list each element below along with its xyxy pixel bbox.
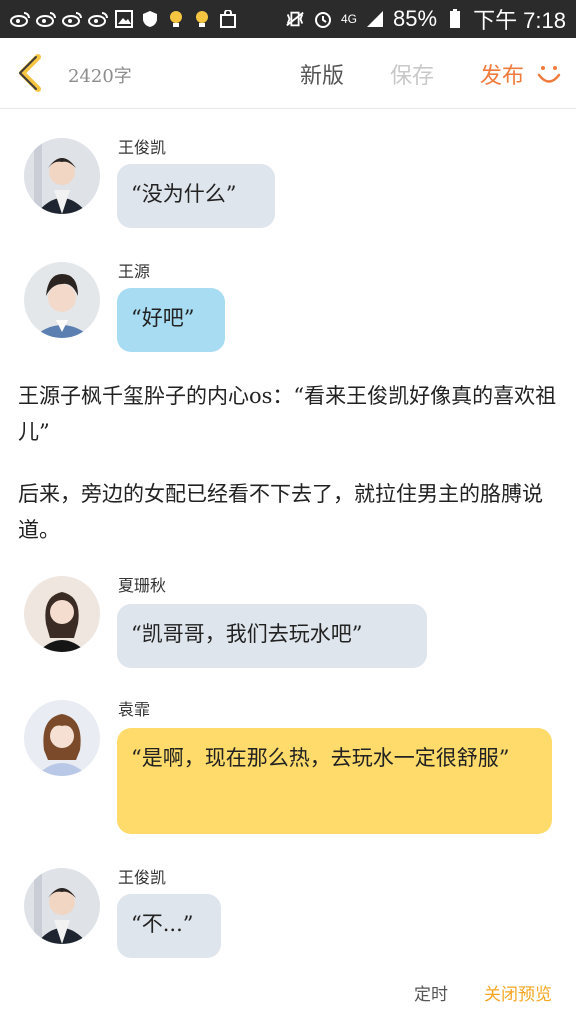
- bag-icon: [218, 9, 238, 29]
- message-sender: 夏珊秋: [118, 576, 167, 595]
- message-sender: 袁霏: [118, 700, 151, 719]
- story-paragraph: 后来，旁边的女配已经看不下去了，就拉住男主的胳膊说道。: [18, 482, 543, 542]
- battery-icon: [445, 9, 465, 29]
- editor-toolbar: 2420字 新版 保存 发布: [0, 38, 576, 109]
- lightbulb-icon: [166, 9, 186, 29]
- shield-icon: [140, 9, 160, 29]
- word-count: 2420字: [68, 66, 132, 87]
- lightbulb-icon: [192, 9, 212, 29]
- image-icon: [114, 9, 134, 29]
- avatar: [24, 138, 100, 214]
- avatar: [24, 700, 100, 776]
- chevron-left-icon: [19, 54, 41, 92]
- alarm-icon: [313, 9, 333, 29]
- signal-icon: [365, 9, 385, 29]
- battery-level: 85%: [393, 6, 438, 31]
- message-bubble: “不...”: [117, 894, 221, 958]
- save-button[interactable]: 保存: [390, 58, 434, 90]
- status-bar: 4G 85% 下午 7:18: [0, 0, 576, 38]
- new-version-button[interactable]: 新版: [300, 58, 344, 90]
- vibrate-icon: [285, 9, 305, 29]
- preview-content: 王俊凯 “没为什么” 王源 “好吧” 王源子枫千玺肸子的内心os：“看来王俊凯好…: [0, 108, 576, 1024]
- message-sender: 王俊凯: [118, 868, 167, 887]
- weibo-icon: [10, 9, 30, 29]
- avatar: [24, 262, 100, 338]
- clock: 下午 7:18: [473, 8, 566, 33]
- weibo-icon: [62, 9, 82, 29]
- avatar: [24, 576, 100, 652]
- story-paragraph: 王源子枫千玺肸子的内心os：“看来王俊凯好像真的喜欢祖儿”: [18, 384, 557, 444]
- message-bubble: “是啊，现在那么热，去玩水一定很舒服”: [117, 728, 552, 834]
- message-bubble: “没为什么”: [117, 164, 275, 228]
- weibo-icon: [36, 9, 56, 29]
- back-button[interactable]: [14, 54, 46, 92]
- publish-button[interactable]: 发布: [480, 58, 524, 90]
- schedule-button[interactable]: 定时: [414, 980, 448, 1005]
- network-type: 4G: [341, 12, 358, 26]
- weibo-icon: [88, 9, 108, 29]
- smile-icon: [537, 66, 561, 83]
- message-sender: 王源: [118, 262, 151, 281]
- message-sender: 王俊凯: [118, 138, 167, 157]
- message-bubble: “凯哥哥，我们去玩水吧”: [117, 604, 427, 668]
- close-preview-button[interactable]: 关闭预览: [484, 980, 552, 1005]
- avatar: [24, 868, 100, 944]
- message-bubble: “好吧”: [117, 288, 225, 352]
